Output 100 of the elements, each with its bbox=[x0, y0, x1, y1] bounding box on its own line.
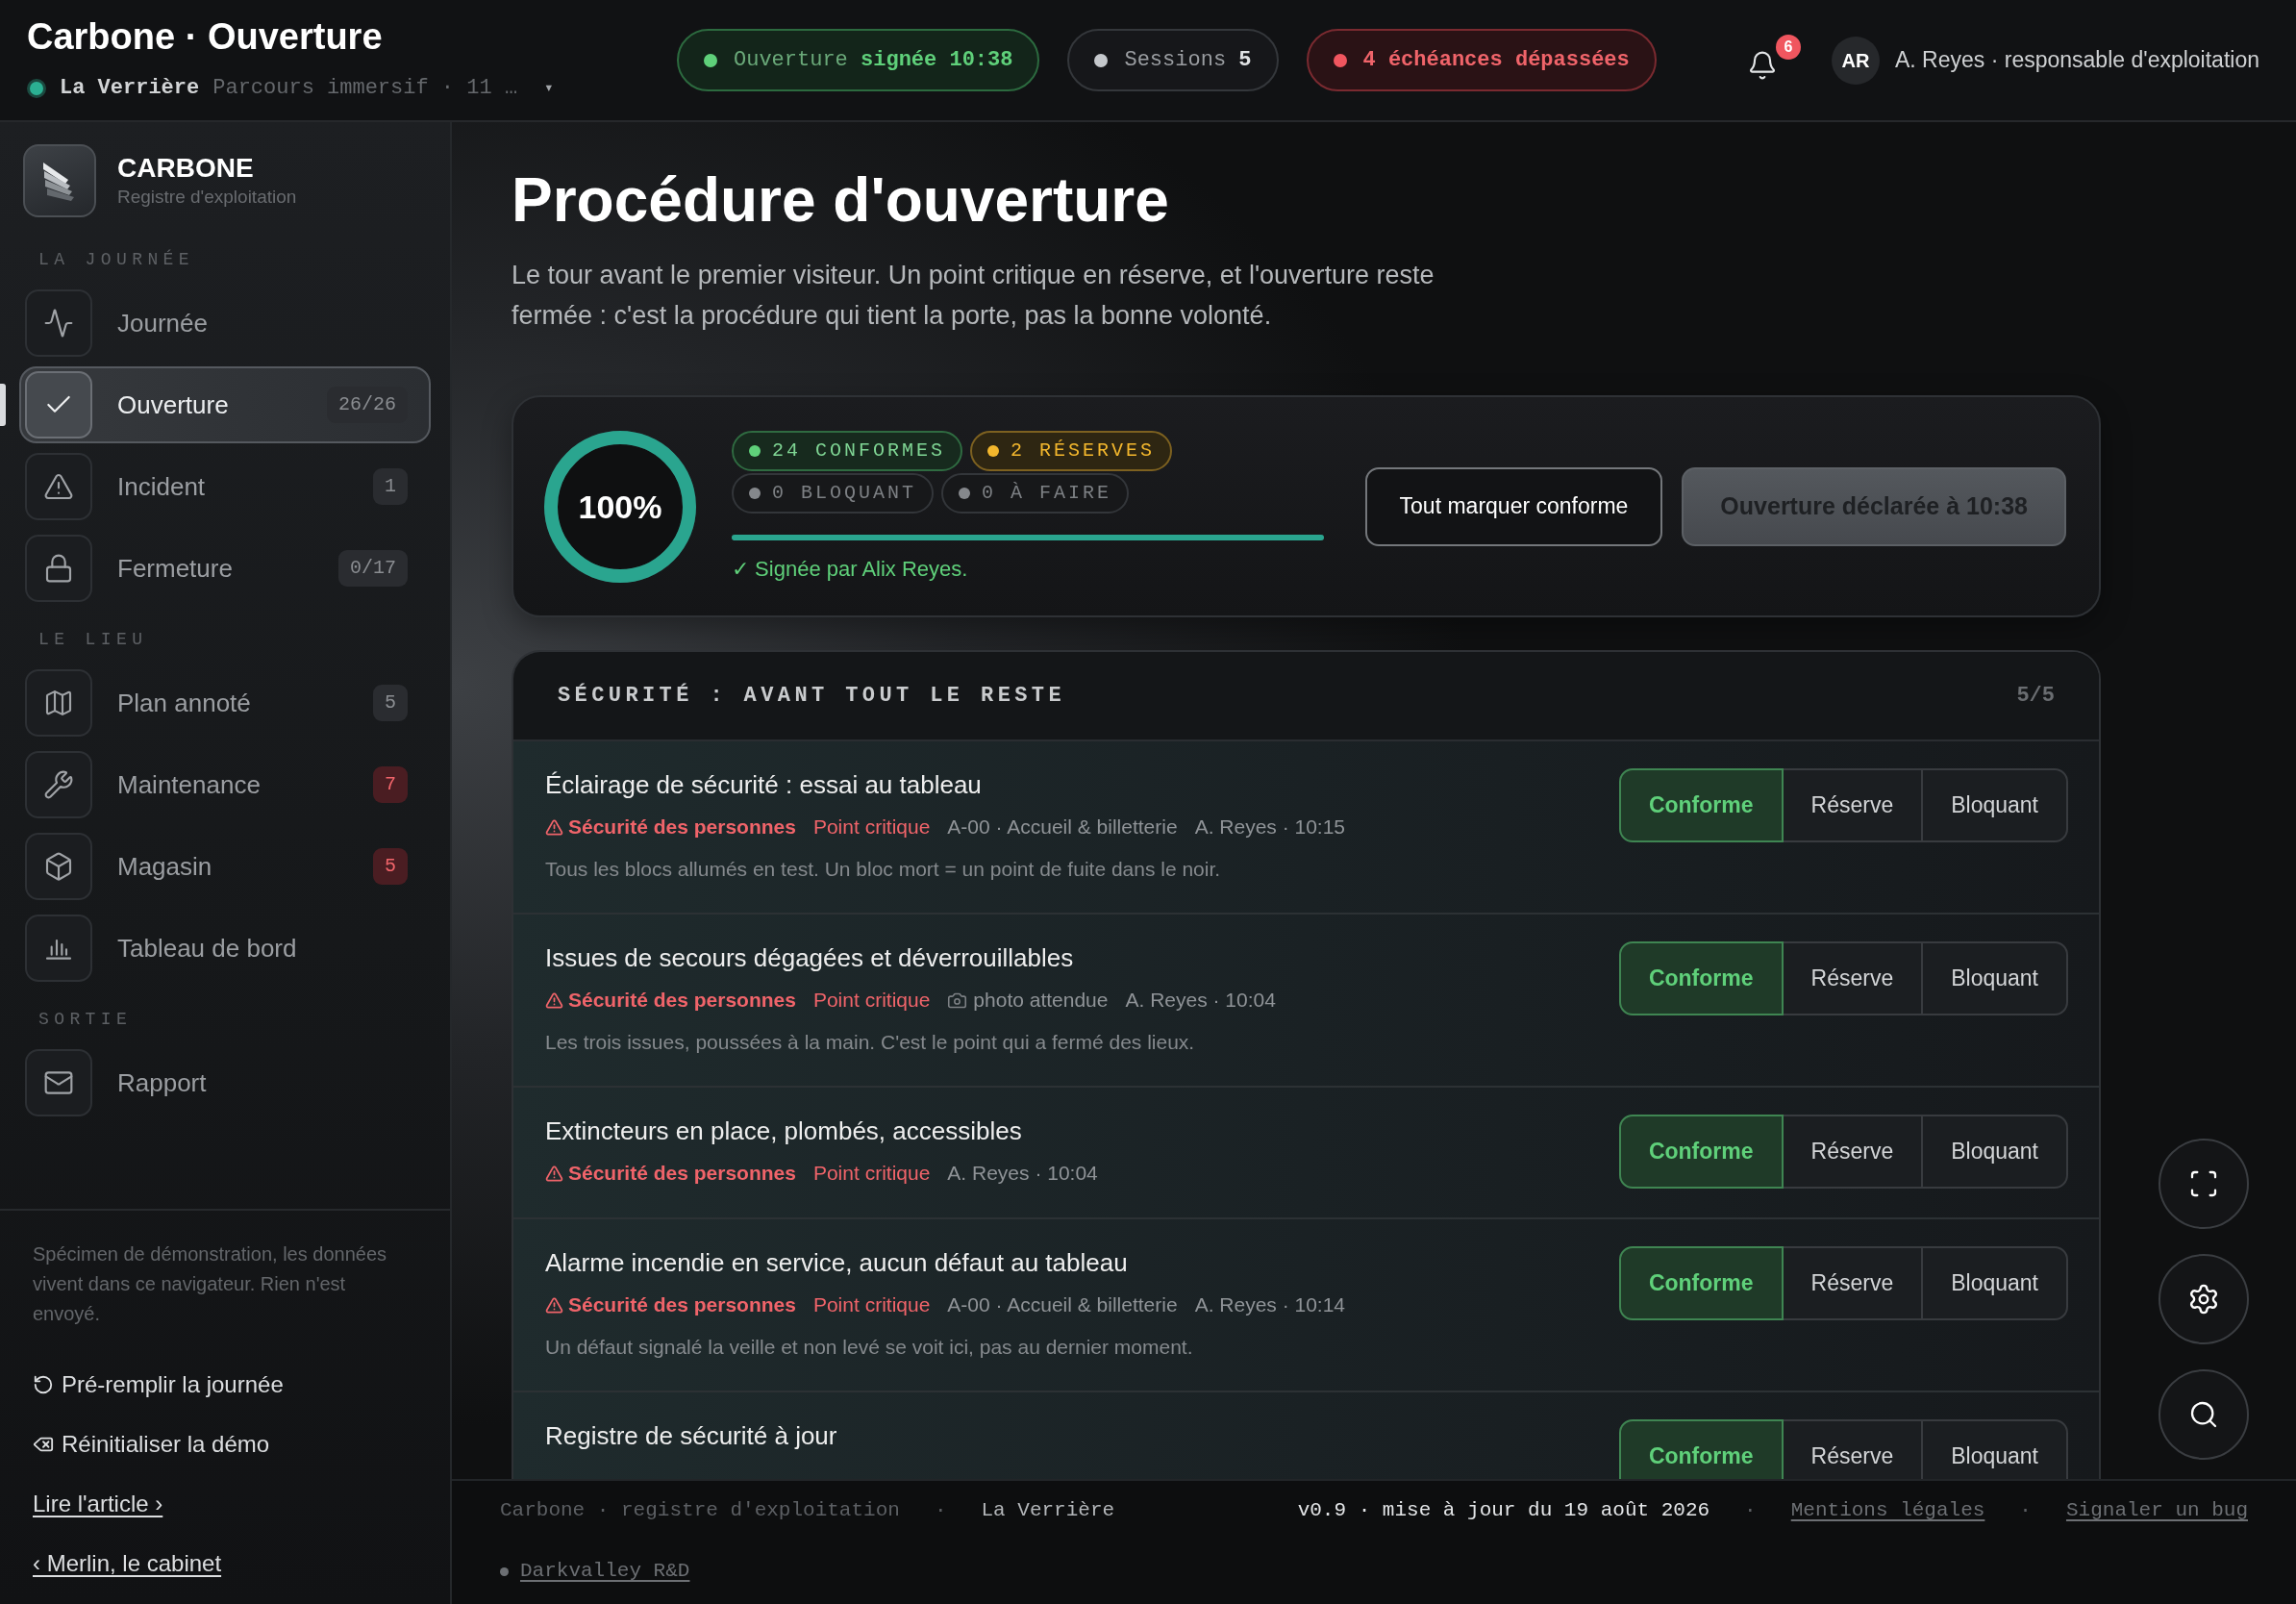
status-option[interactable]: Bloquant bbox=[1921, 1115, 2068, 1189]
warning-icon bbox=[545, 817, 563, 837]
version-text: v0.9 · mise à jour du 19 août 2026 bbox=[1297, 1498, 1710, 1524]
active-indicator bbox=[0, 384, 6, 426]
status-option[interactable]: Réserve bbox=[1781, 1246, 1924, 1320]
status-option[interactable]: Conforme bbox=[1618, 941, 1784, 1015]
footer-separator: · bbox=[934, 1498, 947, 1524]
status-text: Sessions 5 bbox=[1124, 47, 1252, 74]
status-option[interactable]: Bloquant bbox=[1921, 941, 2068, 1015]
mail-icon bbox=[25, 1049, 92, 1116]
nav-item[interactable]: Fermeture 0/17 bbox=[19, 530, 431, 607]
count-label: 2 RÉSERVES bbox=[1011, 438, 1156, 464]
status-option[interactable]: Conforme bbox=[1618, 1246, 1784, 1320]
status-text: 4 échéances dépassées bbox=[1362, 47, 1630, 74]
checklist-item-note: Un défaut signalé la veille et non levé se voit ici, pas au dernier moment. bbox=[545, 1335, 1193, 1360]
sidebar-link[interactable]: ‹ Merlin, le cabinet bbox=[33, 1544, 222, 1583]
nav-badge: 1 bbox=[373, 468, 408, 505]
status-option[interactable]: Bloquant bbox=[1921, 768, 2068, 842]
sidebar-action[interactable]: Réinitialiser la démo bbox=[33, 1425, 270, 1464]
map-icon bbox=[25, 669, 92, 737]
mark-all-button[interactable]: Tout marquer conforme bbox=[1364, 466, 1663, 546]
category-label: Sécurité des personnes bbox=[568, 1292, 796, 1317]
checklist-item-title: Alarme incendie en service, aucun défaut au tableau bbox=[545, 1247, 1128, 1279]
status-option[interactable]: Réserve bbox=[1781, 768, 1924, 842]
footer-separator: · bbox=[1744, 1498, 1757, 1524]
count-label: 0 À FAIRE bbox=[982, 480, 1112, 506]
nav-item[interactable]: Rapport bbox=[19, 1044, 431, 1121]
category-label: Sécurité des personnes bbox=[568, 1161, 796, 1186]
nav-badge: 0/17 bbox=[338, 550, 408, 587]
nav-item[interactable]: Incident 1 bbox=[19, 448, 431, 525]
nav-item[interactable]: Ouverture 26/26 bbox=[19, 366, 431, 443]
bell-icon bbox=[1747, 49, 1778, 81]
user-avatar: AR bbox=[1832, 36, 1880, 85]
checklist-item-note: Les trois issues, poussées à la main. C'est le point qui a fermé des lieux. bbox=[545, 1030, 1195, 1055]
checklist-item-title: Registre de sécurité à jour bbox=[545, 1420, 837, 1452]
page-title: Procédure d'ouverture bbox=[512, 164, 1169, 237]
logo-icon bbox=[23, 144, 96, 217]
app-title: Carbone · Ouverture bbox=[27, 14, 383, 59]
sidebar-action[interactable]: Pré-remplir la journée bbox=[33, 1366, 284, 1404]
warning-icon bbox=[545, 1295, 563, 1315]
status-option[interactable]: Conforme bbox=[1618, 1419, 1784, 1479]
author-time: A. Reyes · 10:15 bbox=[1194, 815, 1346, 840]
footer-link[interactable]: Darkvalley R&D bbox=[520, 1556, 690, 1587]
wrench-icon bbox=[25, 751, 92, 818]
sidebar-link[interactable]: Lire l'article › bbox=[33, 1485, 163, 1523]
author-time: A. Reyes · 10:14 bbox=[1194, 1292, 1346, 1317]
critical-label: Point critique bbox=[812, 1161, 931, 1186]
check-icon bbox=[25, 371, 92, 439]
checklist-item-title: Issues de secours dégagées et déverrouillables bbox=[545, 942, 1074, 974]
status-option[interactable]: Bloquant bbox=[1921, 1419, 2068, 1479]
nav-item[interactable]: Plan annoté 5 bbox=[19, 664, 431, 741]
demo-notice: Spécimen de démonstration, les données vivent dans ce navigateur. Rien n'est envoyé. bbox=[33, 1242, 387, 1326]
photo-status: photo attendue bbox=[973, 988, 1109, 1013]
checklist-item-title: Éclairage de sécurité : essai au tableau bbox=[545, 769, 982, 801]
location-label: A-00 · Accueil & billetterie bbox=[947, 815, 1178, 840]
footer-separator: · bbox=[2019, 1498, 2032, 1524]
rotate-arrow-icon bbox=[33, 1374, 54, 1395]
progress-percentage: 100% bbox=[578, 487, 662, 526]
nav-item[interactable]: Maintenance 7 bbox=[19, 746, 431, 823]
page-description: Le tour avant le premier visiteur. Un point critique en réserve, et l'ouverture reste fermée : c'est la procédure qui tient la porte, pas la bonne volonté. bbox=[512, 260, 1435, 332]
nav-item[interactable]: Journée bbox=[19, 285, 431, 362]
status-option[interactable]: Réserve bbox=[1781, 1419, 1924, 1479]
user-name: A. Reyes · responsable d'exploitation bbox=[1895, 46, 2259, 75]
nav-section-heading: SORTIE bbox=[38, 1009, 133, 1031]
venue-selector[interactable]: La Verrière Parcours immersif · 11 … ▾ bbox=[27, 69, 554, 107]
author-time: A. Reyes · 10:04 bbox=[1125, 988, 1276, 1013]
status-option[interactable]: Réserve bbox=[1781, 1115, 1924, 1189]
count-label: 0 BLOQUANT bbox=[772, 480, 917, 506]
nav-item[interactable]: Magasin 5 bbox=[19, 828, 431, 905]
critical-label: Point critique bbox=[812, 988, 931, 1013]
nav-badge: 26/26 bbox=[327, 387, 408, 423]
footer-venue: La Verrière bbox=[981, 1498, 1115, 1524]
footer-link[interactable]: Signaler un bug bbox=[2065, 1495, 2248, 1526]
nav-badge: 7 bbox=[373, 766, 408, 803]
nav-badge: 5 bbox=[373, 685, 408, 721]
footer-link[interactable]: Mentions légales bbox=[1790, 1495, 1985, 1526]
category-label: Sécurité des personnes bbox=[568, 815, 796, 840]
warning-icon bbox=[25, 453, 92, 520]
nav-section-heading: LA JOURNÉE bbox=[38, 248, 195, 271]
critical-label: Point critique bbox=[812, 815, 931, 840]
pulse-icon bbox=[25, 289, 92, 357]
status-option[interactable]: Réserve bbox=[1781, 941, 1924, 1015]
section-title: SÉCURITÉ : AVANT TOUT LE RESTE bbox=[558, 682, 1066, 710]
notification-badge: 6 bbox=[1776, 34, 1801, 60]
bullet-icon bbox=[500, 1566, 509, 1576]
section-count: 5/5 bbox=[2016, 683, 2055, 710]
status-option[interactable]: Conforme bbox=[1618, 1115, 1784, 1189]
nav-item[interactable]: Tableau de bord bbox=[19, 910, 431, 987]
author-time: A. Reyes · 10:04 bbox=[947, 1161, 1098, 1186]
status-option[interactable]: Bloquant bbox=[1921, 1246, 2068, 1320]
nav-section-heading: LE LIEU bbox=[38, 629, 148, 651]
notifications-button[interactable]: 6 bbox=[1747, 32, 1803, 88]
brand-name: CARBONE bbox=[117, 152, 255, 185]
bar-chart-icon bbox=[25, 915, 92, 982]
settings-icon bbox=[2187, 1283, 2220, 1316]
status-option[interactable]: Conforme bbox=[1618, 768, 1784, 842]
search-icon bbox=[2188, 1399, 2219, 1430]
warning-icon bbox=[545, 1164, 563, 1183]
nav-badge: 5 bbox=[373, 848, 408, 885]
warning-icon bbox=[545, 990, 563, 1010]
